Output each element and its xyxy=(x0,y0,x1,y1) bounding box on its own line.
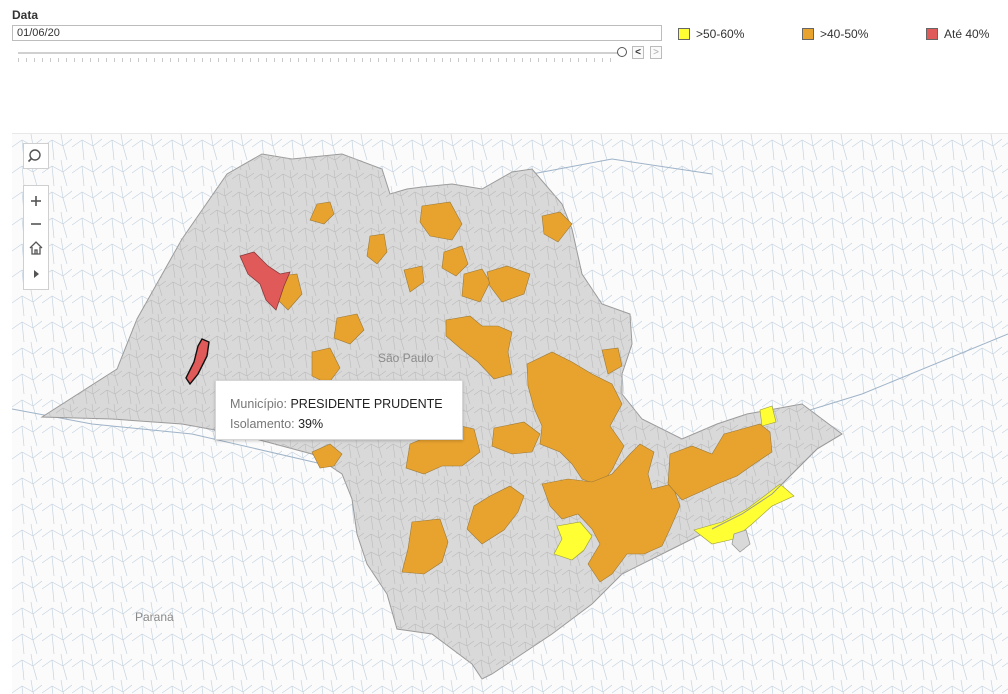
place-label-sao-paulo: São Paulo xyxy=(378,351,434,365)
legend-label: Até 40% xyxy=(944,27,990,41)
minus-icon xyxy=(31,223,41,225)
tooltip-municipio-row: Município: PRESIDENTE PRUDENTE xyxy=(230,394,462,414)
search-icon xyxy=(24,144,48,168)
previous-date-button[interactable]: < xyxy=(632,46,644,59)
legend-swatch-red xyxy=(926,28,938,40)
legend-swatch-yellow xyxy=(678,28,690,40)
zoom-out-button[interactable] xyxy=(24,212,48,236)
pan-expand-button[interactable] xyxy=(24,262,48,286)
home-button[interactable] xyxy=(24,236,48,260)
map-controls-toolbar xyxy=(23,185,49,290)
date-slider-track[interactable] xyxy=(18,52,618,54)
date-filter-title: Data xyxy=(12,8,39,22)
legend-item-ate-40[interactable]: Até 40% xyxy=(926,27,989,41)
municipality-tooltip: Município: PRESIDENTE PRUDENTE Isolament… xyxy=(215,380,463,440)
tooltip-municipio-value: PRESIDENTE PRUDENTE xyxy=(290,397,443,411)
tooltip-isolamento-label: Isolamento: xyxy=(230,417,295,431)
home-icon xyxy=(29,241,43,255)
legend-label: >40-50% xyxy=(820,27,869,41)
legend-swatch-orange xyxy=(802,28,814,40)
plus-icon xyxy=(31,196,41,206)
play-icon xyxy=(34,270,39,278)
zoom-in-button[interactable] xyxy=(24,189,48,213)
tooltip-isolamento-row: Isolamento: 39% xyxy=(230,414,462,434)
tooltip-isolamento-value: 39% xyxy=(298,417,324,431)
date-slider-thumb[interactable] xyxy=(617,47,627,57)
legend-label: >50-60% xyxy=(696,27,745,41)
tooltip-municipio-label: Município: xyxy=(230,397,287,411)
date-input[interactable]: 01/06/20 xyxy=(12,25,662,41)
map-search-button[interactable] xyxy=(23,143,49,169)
next-date-button[interactable]: > xyxy=(650,46,662,59)
date-slider-ticks xyxy=(18,58,618,62)
place-label-parana: Paraná xyxy=(135,610,174,624)
legend-item-40-50[interactable]: >40-50% xyxy=(802,27,868,41)
legend-item-50-60[interactable]: >50-60% xyxy=(678,27,744,41)
